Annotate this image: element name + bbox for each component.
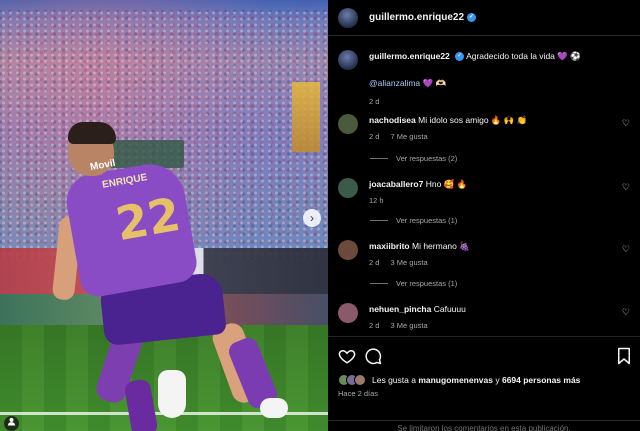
football-player: Movil ENRIQUE 22 bbox=[50, 118, 310, 431]
comment-likes[interactable]: 3 Me gusta bbox=[391, 258, 428, 267]
author-username-text[interactable]: guillermo.enrique22 bbox=[369, 12, 464, 23]
verified-icon: ✓ bbox=[467, 12, 477, 22]
author-username[interactable]: guillermo.enrique22 ✓ bbox=[369, 12, 477, 23]
bookmark-icon[interactable] bbox=[616, 347, 632, 365]
comment-emojis: 🍇 bbox=[459, 241, 470, 251]
comment-text: Cafuuuu bbox=[433, 304, 466, 314]
mention-link[interactable]: @alianzalima bbox=[369, 78, 420, 88]
comment-age: 2 d bbox=[369, 321, 380, 330]
commenter-avatar[interactable] bbox=[338, 178, 358, 198]
likes-prefix: Les gusta a bbox=[372, 375, 416, 385]
user-icon[interactable] bbox=[4, 416, 19, 431]
likes-summary: Les gusta a manugomenenvas y 6694 person… bbox=[338, 374, 580, 386]
heart-icon[interactable]: ♡ bbox=[622, 118, 630, 129]
likes-user[interactable]: manugomenenvas bbox=[418, 375, 493, 385]
heart-icon[interactable]: ♡ bbox=[622, 182, 630, 193]
commenter-avatar[interactable] bbox=[338, 303, 358, 323]
likes-count[interactable]: 6694 personas más bbox=[502, 375, 580, 385]
heart-icon[interactable]: ♡ bbox=[622, 244, 630, 255]
player-hair bbox=[68, 122, 116, 144]
verified-icon: ✓ bbox=[455, 52, 465, 62]
caption-age: 2 d bbox=[369, 97, 380, 106]
commenter-avatar[interactable] bbox=[338, 240, 358, 260]
heart-icon[interactable]: ♡ bbox=[622, 307, 630, 318]
comment-likes[interactable]: 7 Me gusta bbox=[391, 132, 428, 141]
view-replies-label[interactable]: Ver respuestas (2) bbox=[396, 154, 457, 163]
view-replies-button[interactable]: Ver respuestas (1) bbox=[370, 216, 457, 225]
divider-dash bbox=[370, 158, 388, 159]
post-photo[interactable]: Movil ENRIQUE 22 › bbox=[0, 0, 328, 431]
likes-middle: y bbox=[495, 375, 500, 385]
mention-emojis: 💜 🫶🏻 bbox=[422, 78, 447, 88]
comment-emojis: 🥰 🔥 bbox=[443, 179, 468, 189]
comment-item: nehuen_pincha Cafuuuu 2 d 3 Me gusta ♡ bbox=[338, 303, 632, 332]
caption-author[interactable]: guillermo.enrique22 bbox=[369, 51, 450, 61]
comment-text: Hno bbox=[425, 179, 442, 189]
comment-item: nachodisea Mi idolo sos amigo 🔥 🙌 👏 2 d … bbox=[338, 114, 632, 143]
comment-text: Mi idolo sos amigo bbox=[418, 115, 489, 125]
commenter-username[interactable]: nachodisea bbox=[369, 115, 416, 125]
comment-age: 2 d bbox=[369, 258, 380, 267]
commenter-username[interactable]: maxiibrito bbox=[369, 241, 410, 251]
caption-text: Agradecido toda la vida bbox=[466, 51, 555, 61]
commenter-avatar[interactable] bbox=[338, 114, 358, 134]
comment-age: 12 h bbox=[369, 196, 384, 205]
comment-item: maxiibrito Mi hermano 🍇 2 d 3 Me gusta ♡ bbox=[338, 240, 632, 269]
post-actions: Les gusta a manugomenenvas y 6694 person… bbox=[328, 336, 640, 431]
user-icon-svg bbox=[7, 417, 16, 426]
post-caption: guillermo.enrique22 ✓ Agradecido toda la… bbox=[338, 50, 632, 106]
comment-age: 2 d bbox=[369, 132, 380, 141]
view-replies-label[interactable]: Ver respuestas (1) bbox=[396, 216, 457, 225]
comment-likes[interactable]: 3 Me gusta bbox=[391, 321, 428, 330]
author-avatar[interactable] bbox=[338, 50, 358, 70]
commenter-username[interactable]: joacaballero7 bbox=[369, 179, 423, 189]
comment-icon[interactable] bbox=[364, 347, 382, 365]
chevron-right-icon[interactable]: › bbox=[303, 209, 321, 227]
comments-limited-notice: Se limitaron los comentarios en esta pub… bbox=[328, 420, 640, 431]
divider-dash bbox=[370, 283, 388, 284]
comments-panel: guillermo.enrique22 ✓ guillermo.enrique22… bbox=[328, 0, 640, 431]
like-heart-icon[interactable] bbox=[338, 347, 356, 365]
caption-emojis: 💜 ⚽ bbox=[557, 51, 581, 61]
view-replies-label[interactable]: Ver respuestas (1) bbox=[396, 279, 457, 288]
author-avatar[interactable] bbox=[338, 7, 358, 28]
divider-dash bbox=[370, 220, 388, 221]
liker-avatar bbox=[354, 374, 366, 386]
player-boot bbox=[260, 398, 288, 418]
player-boot bbox=[158, 370, 186, 418]
comment-item: joacaballero7 Hno 🥰 🔥 12 h ♡ bbox=[338, 178, 632, 207]
view-replies-button[interactable]: Ver respuestas (2) bbox=[370, 154, 457, 163]
post-header: guillermo.enrique22 ✓ bbox=[328, 0, 640, 36]
post-time: Hace 2 días bbox=[338, 389, 379, 398]
shirt-number: 22 bbox=[111, 186, 185, 252]
player-sock bbox=[123, 378, 159, 431]
comment-emojis: 🔥 🙌 👏 bbox=[490, 115, 528, 125]
comment-text: Mi hermano bbox=[412, 241, 457, 251]
comments-list: guillermo.enrique22 ✓ Agradecido toda la… bbox=[328, 36, 640, 336]
commenter-username[interactable]: nehuen_pincha bbox=[369, 304, 431, 314]
view-replies-button[interactable]: Ver respuestas (1) bbox=[370, 279, 457, 288]
